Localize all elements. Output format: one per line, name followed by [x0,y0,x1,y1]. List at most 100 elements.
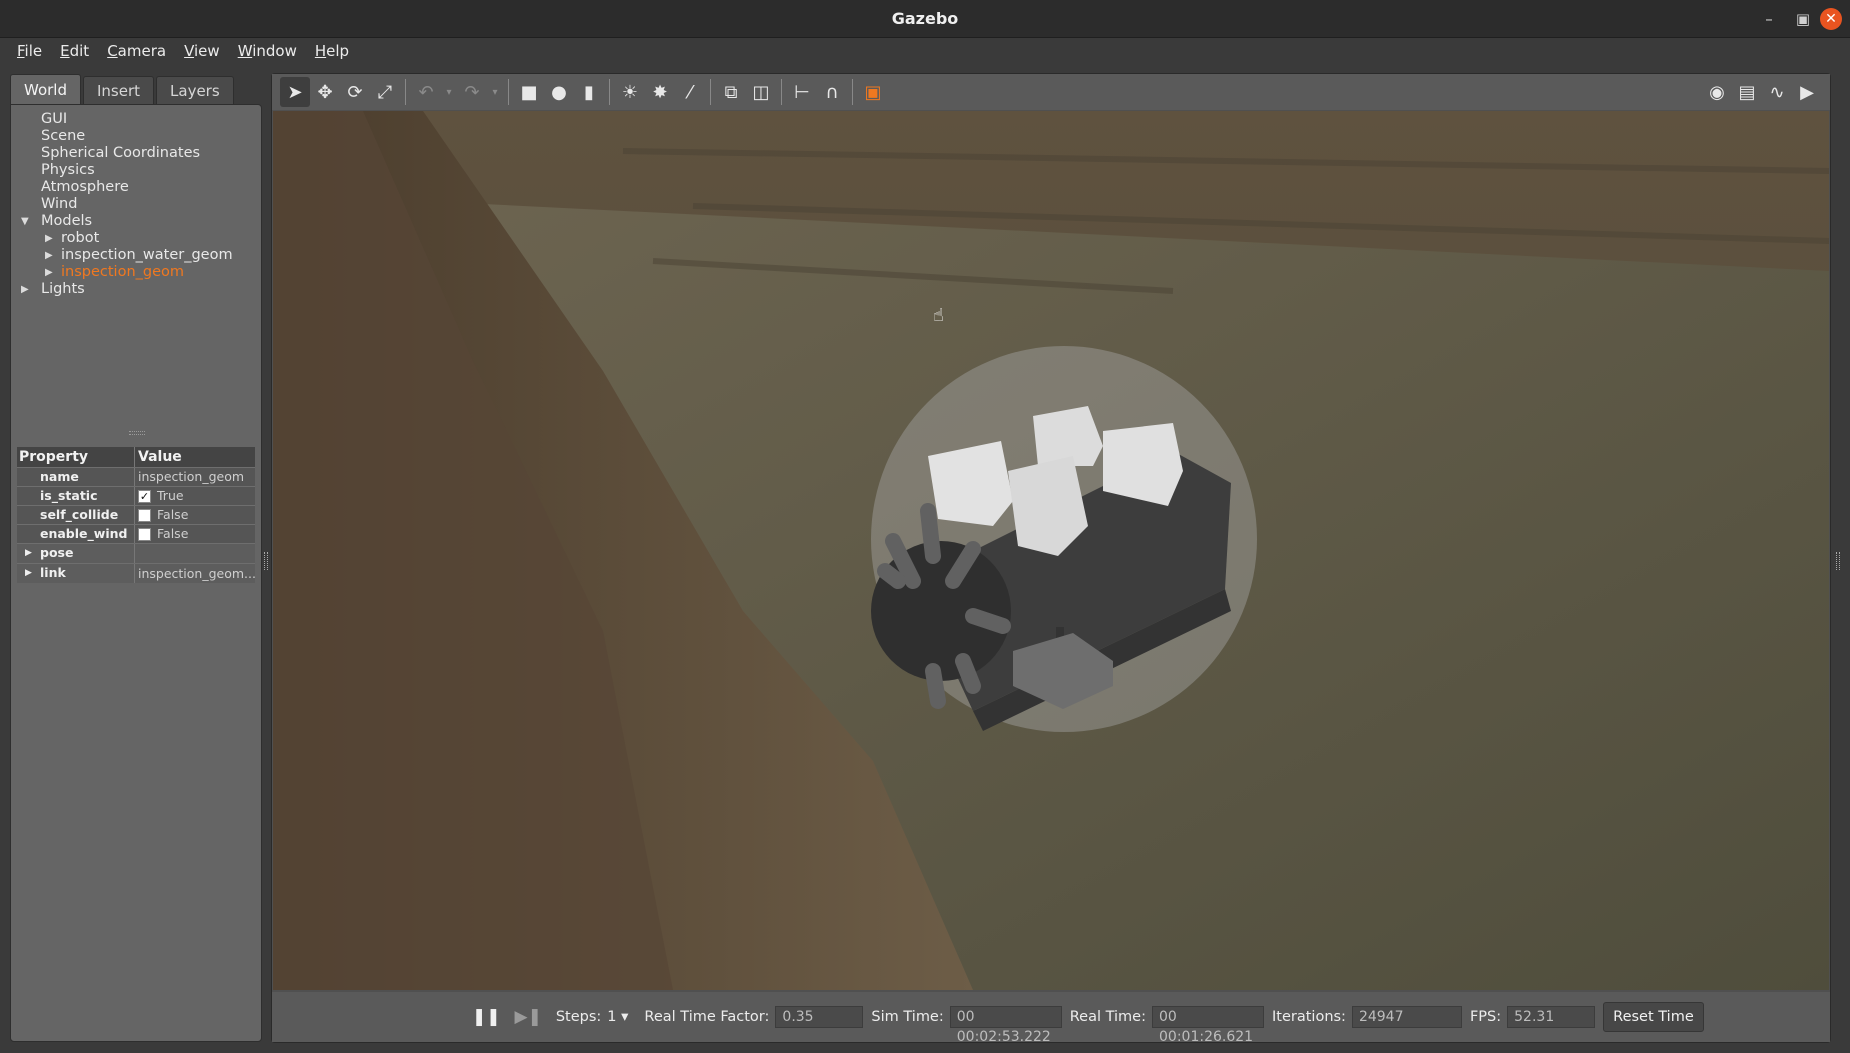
hand-cursor-icon: ☝ [933,305,944,326]
property-row-is-static: is_static ✓ True [17,486,255,505]
close-icon[interactable]: ✕ [1820,8,1842,30]
redo-dropdown-icon[interactable]: ▾ [487,77,503,107]
tree-item-physics[interactable]: Physics [11,162,261,179]
menu-file[interactable]: File [8,42,51,60]
left-panel-resize-grip[interactable] [264,552,268,570]
real-time-label: Real Time: [1069,1009,1146,1025]
menu-camera[interactable]: Camera [98,42,175,60]
toolbar-separator [710,79,711,105]
left-panel-tabs: World Insert Layers [10,74,262,104]
simulation-status-bar: ❚❚ ▶❚ Steps: 1 ▾ Real Time Factor: 0.35 … [272,992,1830,1045]
translate-icon[interactable]: ✥ [310,77,340,107]
menu-window[interactable]: Window [229,42,306,60]
select-arrow-icon[interactable]: ➤ [280,77,310,107]
tree-item-inspection-geom[interactable]: ▶ inspection_geom [11,264,261,281]
tree-item-wind[interactable]: Wind [11,196,261,213]
white-block-4 [1103,423,1183,506]
panel-splitter-handle[interactable] [129,431,145,435]
tree-item-scene[interactable]: Scene [11,128,261,145]
property-row-name: name inspection_geom [17,467,255,486]
3d-scene-canvas[interactable]: ☝ [273,111,1829,990]
view-angle-icon[interactable]: ▣ [858,77,888,107]
toolbar-separator [405,79,406,105]
plot-icon[interactable]: ∿ [1762,77,1792,107]
tree-item-spherical-coordinates[interactable]: Spherical Coordinates [11,145,261,162]
spot-light-icon[interactable]: ✸ [645,77,675,107]
menu-help[interactable]: Help [306,42,358,60]
robot-wheel [871,541,1011,681]
collapsed-arrow-icon[interactable]: ▶ [45,264,53,281]
property-key: name [17,468,135,486]
left-panel: World Insert Layers GUI Scene Spherical … [10,74,262,1042]
collapsed-arrow-icon[interactable]: ▶ [45,247,53,264]
screenshot-camera-icon[interactable]: ◉ [1702,77,1732,107]
tree-item-label: robot [61,230,100,246]
property-value-pose [135,544,255,563]
log-icon[interactable]: ▤ [1732,77,1762,107]
property-key: ▶ link [17,564,135,583]
tree-item-gui[interactable]: GUI [11,111,261,128]
tree-item-label: Models [41,213,93,229]
tab-world[interactable]: World [10,74,81,104]
menu-view[interactable]: View [175,42,229,60]
snap-magnet-icon[interactable]: ∩ [817,77,847,107]
align-icon[interactable]: ⊢ [787,77,817,107]
maximize-icon[interactable]: ▣ [1788,0,1818,38]
collapsed-arrow-icon[interactable]: ▶ [25,544,32,562]
property-row-link[interactable]: ▶ link inspection_geom... [17,563,255,583]
record-video-icon[interactable]: ▶ [1792,77,1822,107]
enable-wind-checkbox[interactable] [138,527,151,541]
toolbar-separator [508,79,509,105]
menu-edit[interactable]: Edit [51,42,98,60]
steps-label: Steps: [555,1009,602,1025]
reset-time-button[interactable]: Reset Time [1603,1002,1704,1032]
toolbar-separator [609,79,610,105]
tab-insert[interactable]: Insert [83,76,155,104]
pause-icon[interactable]: ❚❚ [472,1007,501,1027]
property-row-pose[interactable]: ▶ pose [17,543,255,563]
cylinder-icon[interactable]: ▮ [574,77,604,107]
point-light-icon[interactable]: ☀ [615,77,645,107]
rotate-icon[interactable]: ⟳ [340,77,370,107]
collapsed-arrow-icon[interactable]: ▶ [45,230,53,247]
window-title: Gazebo [891,9,959,28]
toolbar-right-group: ◉ ▤ ∿ ▶ [1702,74,1822,110]
copy-icon[interactable]: ⧉ [716,77,746,107]
sim-time-field: 00 00:02:53.222 [949,1006,1062,1045]
tree-item-label: Lights [41,281,85,297]
real-time-field: 00 00:01:26.621 [1152,1006,1264,1045]
right-panel-resize-grip[interactable] [1836,552,1840,570]
rtf-label: Real Time Factor: [644,1009,770,1025]
property-key: enable_wind [17,525,135,543]
render-viewport: ➤ ✥ ⟳ ⤢ ↶ ▾ ↷ ▾ ■ ● ▮ ☀ ✸ ⁄ ⧉ ◫ ⊢ ∩ ▣ ◉ … [271,73,1831,1045]
undo-dropdown-icon[interactable]: ▾ [441,77,457,107]
header-value: Value [138,449,182,465]
is-static-checkbox[interactable]: ✓ [138,489,151,503]
box-icon[interactable]: ■ [514,77,544,107]
undo-icon[interactable]: ↶ [411,77,441,107]
sphere-icon[interactable]: ● [544,77,574,107]
fps-label: FPS: [1469,1009,1502,1025]
paste-icon[interactable]: ◫ [746,77,776,107]
title-bar: Gazebo – ▣ ✕ [0,0,1850,38]
directional-light-icon[interactable]: ⁄ [675,77,705,107]
expanded-arrow-icon[interactable]: ▼ [21,213,29,230]
tree-item-inspection-water-geom[interactable]: ▶ inspection_water_geom [11,247,261,264]
step-icon[interactable]: ▶❚ [515,1007,542,1027]
self-collide-checkbox[interactable] [138,508,151,522]
scale-icon[interactable]: ⤢ [370,77,400,107]
checkbox-label: True [157,488,184,503]
steps-spinbox[interactable]: 1 ▾ [607,1009,628,1025]
collapsed-arrow-icon[interactable]: ▶ [25,564,32,582]
tree-item-lights[interactable]: ▶ Lights [11,281,261,298]
property-value-is-static: ✓ True [135,487,255,505]
redo-icon[interactable]: ↷ [457,77,487,107]
tree-item-atmosphere[interactable]: Atmosphere [11,179,261,196]
tree-item-models[interactable]: ▼ Models [11,213,261,230]
property-value-name[interactable]: inspection_geom [135,468,255,486]
collapsed-arrow-icon[interactable]: ▶ [21,281,29,298]
minimize-icon[interactable]: – [1754,0,1784,38]
tree-item-robot[interactable]: ▶ robot [11,230,261,247]
world-panel: GUI Scene Spherical Coordinates Physics … [10,104,262,1042]
tab-layers[interactable]: Layers [156,76,234,104]
